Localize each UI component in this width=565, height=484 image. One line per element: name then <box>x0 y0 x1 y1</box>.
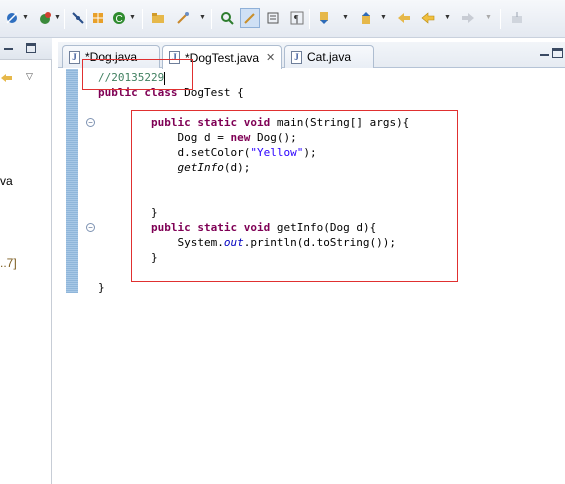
change-ruler <box>66 69 78 293</box>
new-class-icon[interactable] <box>90 10 106 26</box>
maximize-icon[interactable] <box>26 43 36 53</box>
toolbar-separator <box>64 9 65 29</box>
last-edit-icon[interactable] <box>396 10 412 26</box>
view-menu-icon[interactable]: ▽ <box>26 71 33 82</box>
run-icon[interactable]: C <box>111 10 127 26</box>
next-annotation-icon[interactable] <box>316 10 332 26</box>
skip-all-icon[interactable] <box>70 10 86 26</box>
chevron-down-icon[interactable]: ▼ <box>129 13 136 23</box>
back-icon[interactable] <box>420 10 436 26</box>
maximize-icon[interactable] <box>552 48 563 58</box>
svg-text:¶: ¶ <box>294 14 299 25</box>
chevron-down-icon[interactable]: ▼ <box>199 13 206 23</box>
skip-breakpoints-icon[interactable] <box>4 10 20 26</box>
show-whitespace-icon[interactable]: ¶ <box>289 10 305 26</box>
chevron-down-icon[interactable]: ▼ <box>380 13 387 23</box>
mark-occurrences-icon[interactable] <box>240 8 260 28</box>
tree-item-fragment[interactable]: ..7] <box>0 256 17 270</box>
tab-label: *DogTest.java <box>185 50 260 65</box>
tab-cat-java[interactable]: J Cat.java <box>284 45 374 68</box>
search-icon[interactable] <box>175 10 191 26</box>
tab-label: Cat.java <box>307 50 352 64</box>
toolbar-separator <box>86 9 87 29</box>
code-line: } <box>98 280 105 295</box>
chevron-down-icon[interactable]: ▼ <box>444 13 451 23</box>
toolbar-separator <box>500 9 501 29</box>
close-icon[interactable]: ✕ <box>266 51 275 64</box>
toolbar-separator <box>309 9 310 29</box>
link-editor-icon[interactable] <box>0 71 14 85</box>
package-explorer-panel: ▽ va ..7] <box>0 38 52 484</box>
annotation-box-comment <box>82 59 193 90</box>
chevron-down-icon[interactable]: ▼ <box>54 13 61 23</box>
open-folder-icon[interactable] <box>150 10 166 26</box>
fold-collapse-icon[interactable]: − <box>86 118 95 127</box>
open-type-icon[interactable] <box>37 10 53 26</box>
prev-annotation-icon[interactable] <box>358 10 374 26</box>
minimize-icon[interactable] <box>540 54 549 56</box>
chevron-down-icon[interactable]: ▼ <box>22 13 29 23</box>
toolbar-separator <box>142 9 143 29</box>
annotation-box-methods <box>131 110 458 282</box>
toggle-block-icon[interactable] <box>265 10 281 26</box>
chevron-down-icon[interactable]: ▼ <box>485 13 492 23</box>
chevron-down-icon[interactable]: ▼ <box>342 13 349 23</box>
tree-item-fragment[interactable]: va <box>0 174 13 188</box>
panel-header <box>0 38 52 60</box>
fold-collapse-icon[interactable]: − <box>86 223 95 232</box>
java-file-icon: J <box>291 50 302 64</box>
toolbar-separator <box>211 9 212 29</box>
debug-step-icon[interactable] <box>219 10 235 26</box>
minimize-icon[interactable] <box>4 48 13 50</box>
main-toolbar: ▼ ▼ C ▼ ▼ ¶ ▼ ▼ ▼ ▼ <box>0 0 565 38</box>
pin-editor-icon[interactable] <box>509 10 525 26</box>
code-token: } <box>98 281 105 294</box>
forward-icon[interactable] <box>460 10 476 26</box>
java-file-icon: J <box>69 50 80 64</box>
svg-text:C: C <box>116 14 123 25</box>
